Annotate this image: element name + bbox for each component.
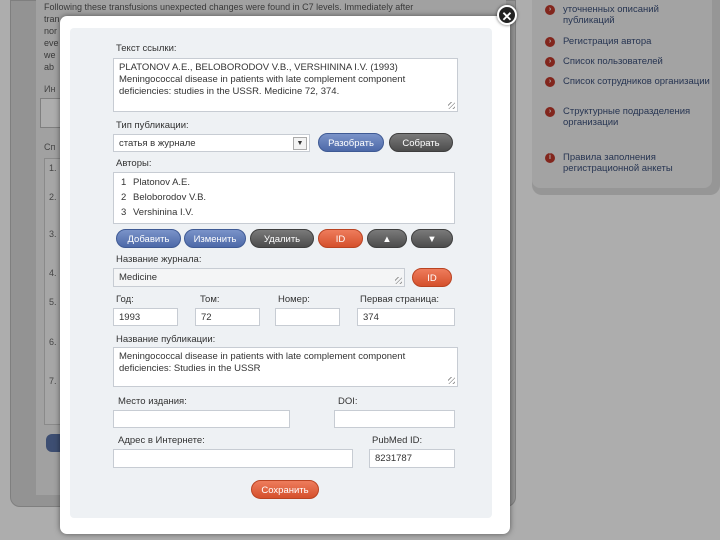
doi-field[interactable] (334, 410, 455, 428)
pub-place-field[interactable] (113, 410, 290, 428)
pub-place-label: Место издания: (118, 396, 187, 407)
pub-type-label: Тип публикации: (116, 120, 189, 131)
close-icon[interactable]: ✕ (497, 5, 517, 25)
url-label: Адрес в Интернете: (118, 435, 205, 446)
first-page-field[interactable]: 374 (357, 308, 455, 326)
save-button[interactable]: Сохранить (251, 480, 319, 499)
pub-title-label: Название публикации: (116, 334, 216, 345)
url-field[interactable] (113, 449, 353, 468)
link-text-field[interactable]: PLATONOV A.E., BELOBORODOV V.B., VERSHIN… (113, 58, 458, 112)
move-up-button[interactable]: ▲ (367, 229, 407, 248)
pub-type-select[interactable]: статья в журнале ▼ (113, 134, 310, 152)
resize-handle-icon[interactable] (448, 102, 455, 109)
edit-publication-dialog: Текст ссылки: PLATONOV A.E., BELOBORODOV… (60, 16, 510, 534)
number-label: Номер: (278, 294, 310, 305)
delete-author-button[interactable]: Удалить (250, 229, 314, 248)
assemble-button[interactable]: Собрать (389, 133, 453, 152)
edit-author-button[interactable]: Изменить (184, 229, 246, 248)
add-author-button[interactable]: Добавить (116, 229, 181, 248)
author-item[interactable]: 3 Vershinina I.V. (121, 207, 193, 219)
year-field[interactable]: 1993 (113, 308, 178, 326)
first-page-label: Первая страница: (360, 294, 439, 305)
number-field[interactable] (275, 308, 340, 326)
parse-button[interactable]: Разобрать (318, 133, 384, 152)
volume-field[interactable]: 72 (195, 308, 260, 326)
pubmed-field[interactable]: 8231787 (369, 449, 455, 468)
journal-label: Название журнала: (116, 254, 202, 265)
chevron-down-icon[interactable]: ▼ (293, 137, 307, 150)
year-label: Год: (116, 294, 134, 305)
journal-id-button[interactable]: ID (412, 268, 452, 287)
author-id-button[interactable]: ID (318, 229, 363, 248)
journal-field[interactable]: Medicine (113, 268, 405, 287)
link-text-label: Текст ссылки: (116, 43, 177, 54)
doi-label: DOI: (338, 396, 358, 407)
move-down-button[interactable]: ▼ (411, 229, 453, 248)
pub-title-field[interactable]: Meningococcal disease in patients with l… (113, 347, 458, 387)
resize-handle-icon[interactable] (395, 277, 402, 284)
authors-label: Авторы: (116, 158, 152, 169)
author-item[interactable]: 2 Beloborodov V.B. (121, 192, 206, 204)
resize-handle-icon[interactable] (448, 377, 455, 384)
pubmed-label: PubMed ID: (372, 435, 423, 446)
authors-list[interactable]: 1 Platonov A.E. 2 Beloborodov V.B. 3 Vershi… (113, 172, 455, 224)
volume-label: Том: (200, 294, 220, 305)
author-item[interactable]: 1 Platonov A.E. (121, 177, 190, 189)
